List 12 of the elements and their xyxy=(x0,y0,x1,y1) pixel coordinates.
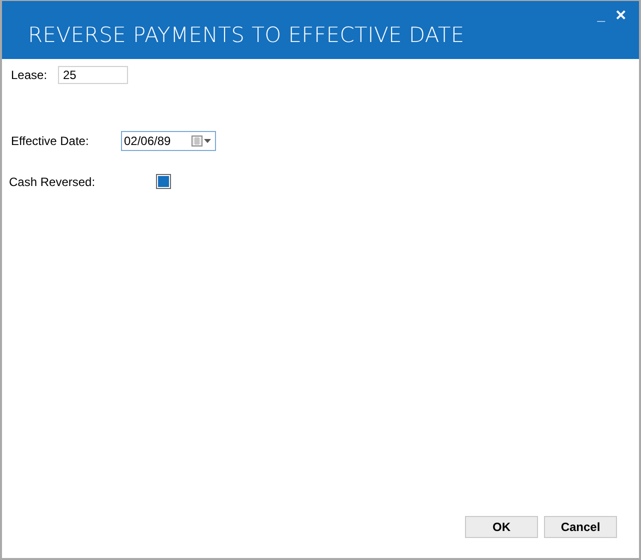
minimize-button[interactable]: _ xyxy=(597,7,605,23)
date-field[interactable]: 02/06/89 xyxy=(121,131,216,151)
dialog-button[interactable]: Cancel xyxy=(544,516,617,538)
close-button[interactable]: ✕ xyxy=(615,7,627,23)
field-label: Effective Date: xyxy=(11,134,90,148)
field-label: Cash Reversed: xyxy=(9,174,96,188)
window-title: REVERSE PAYMENTS TO EFFECTIVE DATE xyxy=(28,23,464,47)
dialog-button[interactable]: OK xyxy=(465,516,538,538)
input-field[interactable]: 25 xyxy=(58,66,128,84)
field-label: Lease: xyxy=(11,68,48,82)
calendar-icon[interactable] xyxy=(191,135,213,147)
checkbox[interactable] xyxy=(156,174,171,189)
